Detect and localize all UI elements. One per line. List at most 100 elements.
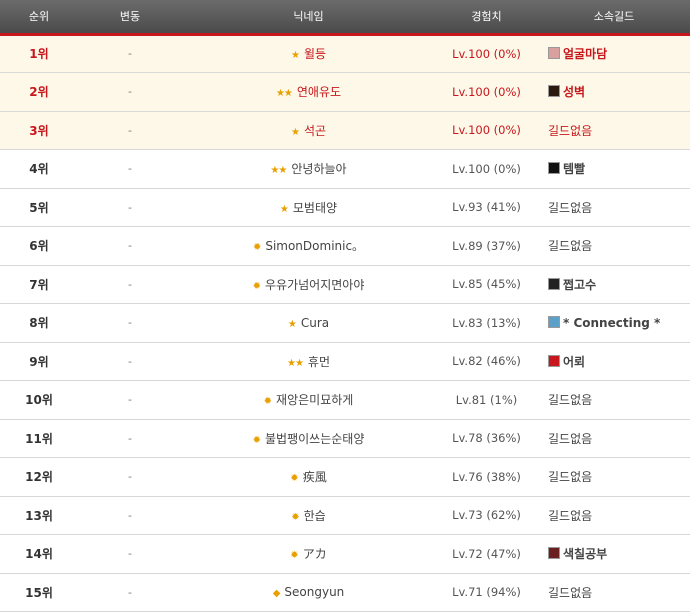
nickname-cell: ✹ 한습 (182, 496, 435, 535)
star-icon: ★ (279, 203, 289, 215)
guild-cell: 길드없음 (538, 111, 690, 150)
guild-name: 길드없음 (548, 470, 593, 485)
table-row[interactable]: 11위 - ✹ 불법팽이쓰는순태양 Lv.78 (36%) 길드없음 (0, 419, 690, 458)
nickname-cell: ★ 모범태양 (182, 188, 435, 227)
nickname-link[interactable]: Seongyun (284, 585, 344, 599)
nickname-link[interactable]: 모범태양 (293, 201, 337, 215)
exp-cell: Lv.81 (1%) (455, 392, 518, 407)
guild-name[interactable]: 어뢰 (563, 355, 585, 369)
guild-name[interactable]: 성벽 (563, 85, 585, 99)
nickname-link[interactable]: 휴먼 (308, 355, 330, 369)
guild-emblem-icon (548, 354, 560, 367)
guild-name[interactable]: 색칠공부 (563, 547, 607, 561)
table-row[interactable]: 10위 - ✹ 재앙은미묘하게 Lv.81 (1%) 길드없음 (0, 381, 690, 420)
table-row[interactable]: 4위 - ★★ 안녕하늘아 Lv.100 (0%) 템빨 (0, 150, 690, 189)
exp-cell: Lv.76 (38%) (452, 469, 521, 484)
guild-cell: 색칠공부 (538, 535, 690, 574)
rank-cell: 4위 (29, 162, 49, 177)
nickname-cell: ✹ SimonDominic。 (182, 227, 435, 266)
guild-cell: 길드없음 (538, 419, 690, 458)
exp-cell: Lv.100 (0%) (452, 123, 521, 138)
table-row[interactable]: 14위 - ✹ アカ Lv.72 (47%) 색칠공부 (0, 535, 690, 574)
table-row[interactable]: 1위 - ★ 윌등 Lv.100 (0%) 얼굴마담 (0, 34, 690, 73)
guild-name: 길드없음 (548, 508, 593, 523)
nickname-cell: ★★ 안녕하늘아 (182, 150, 435, 189)
exp-cell: Lv.93 (41%) (452, 200, 521, 215)
guild-name: 길드없음 (548, 200, 593, 215)
exp-cell: Lv.89 (37%) (452, 238, 521, 253)
nickname-link[interactable]: 우유가넘어지면아야 (265, 278, 364, 292)
guild-emblem-icon (548, 85, 560, 98)
nickname-link[interactable]: 疾風 (303, 470, 327, 484)
header-guild[interactable]: 소속길드 (538, 0, 690, 36)
table-row[interactable]: 8위 - ★ Cura Lv.83 (13%) * Connecting * (0, 304, 690, 343)
nickname-cell: ✹ 재앙은미묘하게 (182, 381, 435, 420)
nickname-link[interactable]: アカ (303, 547, 327, 561)
nickname-link[interactable]: 윌등 (304, 47, 326, 61)
table-row[interactable]: 6위 - ✹ SimonDominic。 Lv.89 (37%) 길드없음 (0, 227, 690, 266)
guild-emblem-icon (548, 162, 560, 175)
header-change[interactable]: 변동 (78, 0, 182, 36)
star-icon: ✹ (290, 473, 298, 485)
nickname-link[interactable]: SimonDominic。 (265, 239, 364, 253)
nickname-cell: ◆ Seongyun (182, 573, 435, 612)
change-cell: - (128, 431, 132, 445)
guild-name: 길드없음 (548, 239, 593, 254)
rank-cell: 12위 (25, 470, 53, 485)
ranking-header: 순위 변동 닉네임 경험치 소속길드 (0, 0, 690, 36)
table-row[interactable]: 3위 - ★ 석곤 Lv.100 (0%) 길드없음 (0, 111, 690, 150)
table-row[interactable]: 5위 - ★ 모범태양 Lv.93 (41%) 길드없음 (0, 188, 690, 227)
guild-name: 길드없음 (548, 431, 593, 446)
guild-cell: 길드없음 (538, 227, 690, 266)
guild-cell: 길드없음 (538, 573, 690, 612)
guild-name: 길드없음 (548, 393, 593, 408)
exp-cell: Lv.78 (36%) (452, 431, 521, 446)
exp-cell: Lv.100 (0%) (452, 46, 521, 61)
header-row: 순위 변동 닉네임 경험치 소속길드 (0, 0, 690, 36)
table-row[interactable]: 2위 - ★★ 연애유도 Lv.100 (0%) 성벽 (0, 72, 690, 111)
change-cell: - (128, 47, 132, 61)
nickname-link[interactable]: 재앙은미묘하게 (276, 393, 353, 407)
ranking-body: 1위 - ★ 윌등 Lv.100 (0%) 얼굴마담 2위 - ★★ 연애유도 Lv.100 (0%… (0, 34, 690, 612)
guild-name[interactable]: 쩝고수 (563, 278, 596, 292)
guild-name[interactable]: 템빨 (563, 162, 585, 176)
table-row[interactable]: 12위 - ✹ 疾風 Lv.76 (38%) 길드없음 (0, 458, 690, 496)
guild-name: 길드없음 (548, 123, 593, 138)
guild-emblem-icon (548, 547, 560, 560)
star-icon: ★★ (275, 88, 293, 100)
guild-cell: 쩝고수 (538, 265, 690, 304)
exp-cell: Lv.83 (13%) (452, 315, 521, 330)
nickname-link[interactable]: 안녕하늘아 (291, 162, 346, 176)
nickname-cell: ★ 윌등 (182, 34, 435, 73)
rank-cell: 13위 (25, 508, 53, 523)
change-cell: - (128, 354, 132, 368)
rank-cell: 9위 (29, 354, 49, 369)
guild-cell: 템빨 (538, 150, 690, 189)
nickname-link[interactable]: 불법팽이쓰는순태양 (265, 432, 364, 446)
table-row[interactable]: 13위 - ✹ 한습 Lv.73 (62%) 길드없음 (0, 496, 690, 535)
guild-name[interactable]: 얼굴마담 (563, 47, 607, 61)
table-row[interactable]: 15위 - ◆ Seongyun Lv.71 (94%) 길드없음 (0, 573, 690, 612)
guild-cell: 길드없음 (538, 496, 690, 535)
nickname-link[interactable]: Cura (301, 316, 329, 330)
rank-cell: 2위 (29, 85, 49, 100)
exp-cell: Lv.85 (45%) (452, 277, 521, 292)
guild-name[interactable]: * Connecting * (563, 316, 660, 330)
header-rank[interactable]: 순위 (0, 0, 78, 36)
nickname-link[interactable]: 한습 (304, 509, 326, 523)
rank-cell: 15위 (25, 585, 53, 600)
guild-cell: 길드없음 (538, 381, 690, 420)
nickname-link[interactable]: 연애유도 (297, 85, 341, 99)
change-cell: - (128, 547, 132, 561)
guild-emblem-icon (548, 315, 560, 328)
guild-cell: 얼굴마담 (538, 34, 690, 73)
nickname-cell: ★ Cura (182, 304, 435, 343)
header-nickname[interactable]: 닉네임 (182, 0, 435, 36)
table-row[interactable]: 9위 - ★★ 휴먼 Lv.82 (46%) 어뢰 (0, 342, 690, 381)
header-exp[interactable]: 경험치 (435, 0, 538, 36)
change-cell: - (128, 85, 132, 99)
nickname-cell: ✹ アカ (182, 535, 435, 574)
table-row[interactable]: 7위 - ✹ 우유가넘어지면아야 Lv.85 (45%) 쩝고수 (0, 265, 690, 304)
nickname-link[interactable]: 석곤 (304, 124, 326, 138)
change-cell: - (128, 277, 132, 291)
